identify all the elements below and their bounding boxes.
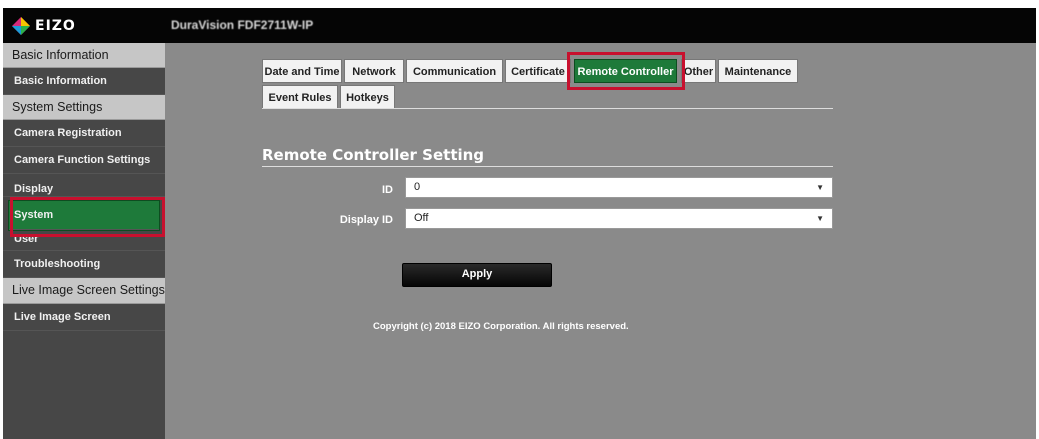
sidebar-item-troubleshooting[interactable]: Troubleshooting	[3, 251, 165, 278]
id-label: ID	[382, 184, 393, 196]
tab-hotkeys[interactable]: Hotkeys	[340, 85, 395, 109]
tab-divider	[262, 108, 833, 109]
app-window: EIZO DuraVision FDF2711W-IP Basic Inform…	[3, 8, 1036, 439]
sidebar-item-live-image-screen[interactable]: Live Image Screen	[3, 304, 165, 331]
sidebar-item-basic-information[interactable]: Basic Information	[3, 68, 165, 95]
tab-event-rules[interactable]: Event Rules	[262, 85, 338, 109]
product-name: DuraVision FDF2711W-IP	[171, 18, 314, 32]
id-select[interactable]: 0 ▼	[405, 177, 833, 198]
tab-network[interactable]: Network	[344, 59, 404, 83]
top-bar: EIZO DuraVision FDF2711W-IP	[3, 8, 1036, 43]
main-content: Date and Time Network Communication Cert…	[165, 43, 1036, 439]
id-select-value: 0	[414, 181, 421, 193]
chevron-down-icon: ▼	[816, 183, 824, 192]
apply-button[interactable]: Apply	[402, 263, 552, 287]
sidebar-item-display[interactable]: Display	[3, 174, 165, 197]
tab-certificate[interactable]: Certificate	[505, 59, 571, 83]
logo-text: EIZO	[35, 18, 76, 34]
display-id-label: Display ID	[339, 214, 393, 226]
sidebar-section-basic[interactable]: Basic Information	[3, 43, 165, 68]
system-highlight-box	[10, 197, 165, 237]
display-id-select[interactable]: Off ▼	[405, 208, 833, 229]
sidebar-section-system-settings[interactable]: System Settings	[3, 95, 165, 120]
tab-maintenance[interactable]: Maintenance	[718, 59, 798, 83]
logo-mark-icon	[11, 16, 31, 36]
sidebar-item-camera-registration[interactable]: Camera Registration	[3, 120, 165, 147]
eizo-logo: EIZO	[11, 16, 76, 36]
sidebar: Basic Information Basic Information Syst…	[3, 43, 165, 439]
chevron-down-icon: ▼	[816, 214, 824, 223]
title-divider	[262, 166, 833, 167]
remote-controller-highlight-box	[567, 52, 685, 90]
sidebar-section-live-image[interactable]: Live Image Screen Settings	[3, 278, 165, 304]
copyright-text: Copyright (c) 2018 EIZO Corporation. All…	[373, 321, 629, 332]
display-id-select-value: Off	[414, 212, 429, 224]
section-title: Remote Controller Setting	[262, 146, 485, 164]
sidebar-item-camera-function-settings[interactable]: Camera Function Settings	[3, 147, 165, 174]
tab-date-and-time[interactable]: Date and Time	[262, 59, 342, 83]
tab-other[interactable]: Other	[681, 59, 716, 83]
tab-communication[interactable]: Communication	[406, 59, 503, 83]
